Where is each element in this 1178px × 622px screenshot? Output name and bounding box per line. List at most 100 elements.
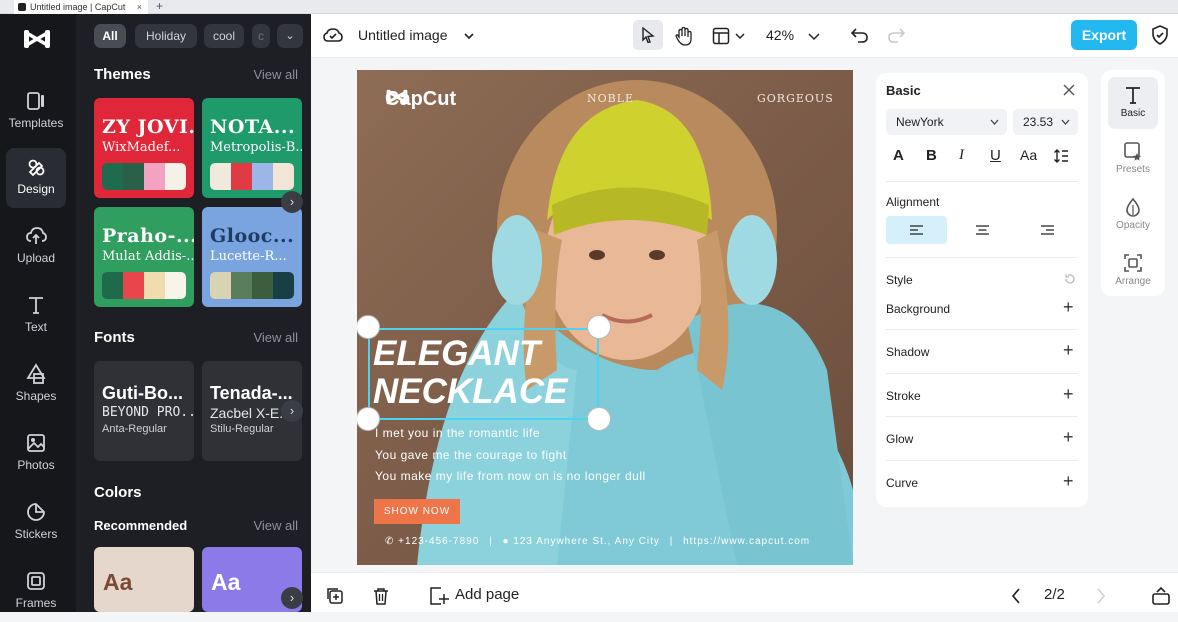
phone-icon: ✆ bbox=[385, 536, 395, 547]
add-curve-icon[interactable]: + bbox=[1063, 471, 1074, 492]
redo-icon[interactable] bbox=[887, 27, 905, 43]
arrange-icon bbox=[1124, 254, 1142, 272]
filter-chip-partial[interactable]: c bbox=[252, 24, 270, 48]
contact-separator: | bbox=[489, 536, 493, 547]
add-glow-icon[interactable]: + bbox=[1063, 427, 1074, 448]
next-page-icon[interactable] bbox=[1096, 588, 1106, 604]
previous-page-icon[interactable] bbox=[1011, 588, 1021, 604]
design-canvas[interactable]: CapCut NOBLE GORGEOUS ELEGANT NECKLACE I… bbox=[357, 70, 853, 565]
zoom-level[interactable]: 42% bbox=[766, 27, 794, 43]
divider bbox=[886, 460, 1078, 461]
nav-photos[interactable]: Photos bbox=[6, 424, 66, 484]
duplicate-page-icon[interactable] bbox=[326, 587, 344, 605]
line-spacing-icon[interactable] bbox=[1053, 148, 1069, 164]
resize-handle-top-right[interactable] bbox=[587, 315, 611, 339]
nav-frames[interactable]: Frames bbox=[6, 562, 66, 622]
stroke-label[interactable]: Stroke bbox=[886, 389, 921, 403]
new-tab-icon[interactable]: + bbox=[156, 0, 163, 12]
theme-card[interactable]: Praho-... Mulat Addis-... bbox=[94, 207, 194, 307]
document-title[interactable]: Untitled image bbox=[358, 27, 448, 43]
nav-stickers-label: Stickers bbox=[14, 527, 58, 541]
glow-label[interactable]: Glow bbox=[886, 432, 913, 446]
align-left-button[interactable] bbox=[886, 216, 947, 244]
fonts-view-all-link[interactable]: View all bbox=[253, 330, 298, 345]
theme-name: NOTA... bbox=[210, 116, 296, 138]
nav-upload[interactable]: Upload bbox=[6, 217, 66, 277]
nav-templates[interactable]: Templates bbox=[6, 82, 66, 142]
hand-pan-icon[interactable] bbox=[675, 26, 693, 46]
theme-font: Mulat Addis-... bbox=[102, 249, 194, 264]
zoom-chevron-down-icon[interactable] bbox=[808, 31, 820, 41]
add-background-icon[interactable]: + bbox=[1063, 297, 1074, 318]
body-line-3: You make my life from now on is no longe… bbox=[375, 469, 646, 483]
font-card-subtitle: Anta-Regular bbox=[102, 423, 167, 435]
divider bbox=[886, 257, 1078, 258]
nav-text[interactable]: Text bbox=[6, 286, 66, 346]
filter-chip-holiday[interactable]: Holiday bbox=[135, 24, 197, 48]
add-stroke-icon[interactable]: + bbox=[1063, 384, 1074, 405]
themes-view-all-link[interactable]: View all bbox=[253, 67, 298, 82]
left-navigation-rail: Templates Design Upload Text Shapes Phot… bbox=[0, 14, 76, 612]
tool-opacity[interactable]: Opacity bbox=[1108, 189, 1158, 241]
align-center-button[interactable] bbox=[952, 216, 1013, 244]
theme-card[interactable]: NOTA... Metropolis-B... bbox=[202, 98, 302, 198]
tool-arrange[interactable]: Arrange bbox=[1108, 245, 1158, 297]
layout-icon[interactable] bbox=[712, 27, 730, 45]
browser-tab[interactable]: Untitled image | CapCut × bbox=[14, 0, 148, 14]
color-palette-card[interactable]: Aa bbox=[94, 547, 194, 612]
tool-presets[interactable]: Presets bbox=[1108, 133, 1158, 185]
filter-chip-all[interactable]: All bbox=[94, 24, 126, 48]
export-button[interactable]: Export bbox=[1071, 20, 1137, 50]
cloud-sync-icon[interactable] bbox=[323, 26, 343, 46]
reset-style-icon[interactable] bbox=[1064, 273, 1076, 285]
layout-chevron-down-icon[interactable] bbox=[735, 31, 745, 41]
nav-stickers[interactable]: Stickers bbox=[6, 493, 66, 553]
theme-card[interactable]: Glooc... Lucette-R... bbox=[202, 207, 302, 307]
frames-icon bbox=[27, 572, 45, 590]
contact-line: ✆ +123-456-7890 | ● 123 Anywhere St., An… bbox=[385, 536, 810, 547]
add-page-button[interactable]: Add page bbox=[455, 586, 519, 603]
font-card-name: Tenada-... bbox=[210, 383, 293, 403]
resize-handle-top-left[interactable] bbox=[357, 315, 380, 339]
font-size-dropdown[interactable]: 23.53 bbox=[1013, 109, 1078, 135]
text-color-icon[interactable]: A bbox=[893, 147, 904, 164]
tool-basic[interactable]: Basic bbox=[1108, 77, 1158, 129]
nav-shapes[interactable]: Shapes bbox=[6, 355, 66, 415]
capcut-logo-icon[interactable] bbox=[22, 28, 52, 50]
themes-next-arrow-icon[interactable]: › bbox=[281, 191, 303, 213]
add-shadow-icon[interactable]: + bbox=[1063, 340, 1074, 361]
curve-label[interactable]: Curve bbox=[886, 476, 918, 490]
nav-shapes-label: Shapes bbox=[15, 389, 57, 403]
text-case-icon[interactable]: Aa bbox=[1020, 147, 1037, 163]
pages-panel-icon[interactable] bbox=[1151, 586, 1171, 606]
font-family-dropdown[interactable]: NewYork bbox=[886, 109, 1007, 135]
fonts-next-arrow-icon[interactable]: › bbox=[281, 400, 303, 422]
trash-icon[interactable] bbox=[372, 587, 390, 605]
properties-title: Basic bbox=[886, 83, 921, 98]
shield-icon[interactable] bbox=[1151, 25, 1169, 45]
colors-view-all-link[interactable]: View all bbox=[253, 518, 298, 533]
font-card-name: Guti-Bo... bbox=[102, 383, 183, 403]
close-tab-icon[interactable]: × bbox=[137, 0, 142, 14]
align-right-button[interactable] bbox=[1017, 216, 1078, 244]
title-chevron-down-icon[interactable] bbox=[463, 30, 475, 42]
colors-next-arrow-icon[interactable]: › bbox=[281, 587, 303, 609]
resize-handle-bottom-right[interactable] bbox=[587, 407, 611, 431]
italic-icon[interactable]: I bbox=[959, 147, 964, 164]
select-tool-button[interactable] bbox=[633, 20, 663, 50]
selection-box[interactable] bbox=[368, 328, 599, 420]
chip-scroll-button[interactable]: ⌄ bbox=[277, 24, 303, 48]
background-label[interactable]: Background bbox=[886, 302, 950, 316]
nav-design[interactable]: Design bbox=[6, 148, 66, 208]
close-panel-icon[interactable] bbox=[1063, 84, 1075, 96]
theme-swatches bbox=[102, 163, 186, 190]
filter-chip-cool[interactable]: cool bbox=[204, 24, 244, 48]
theme-card[interactable]: ZY JOVI... WixMadef... bbox=[94, 98, 194, 198]
brand-logo-text: CapCut bbox=[385, 88, 456, 111]
font-card[interactable]: Guti-Bo... BEYOND PRO... Anta-Regular bbox=[94, 361, 194, 461]
undo-icon[interactable] bbox=[851, 27, 869, 43]
shadow-label[interactable]: Shadow bbox=[886, 345, 929, 359]
add-page-icon[interactable] bbox=[429, 586, 449, 606]
bold-icon[interactable]: B bbox=[926, 147, 937, 164]
underline-icon[interactable]: U bbox=[990, 147, 1001, 164]
